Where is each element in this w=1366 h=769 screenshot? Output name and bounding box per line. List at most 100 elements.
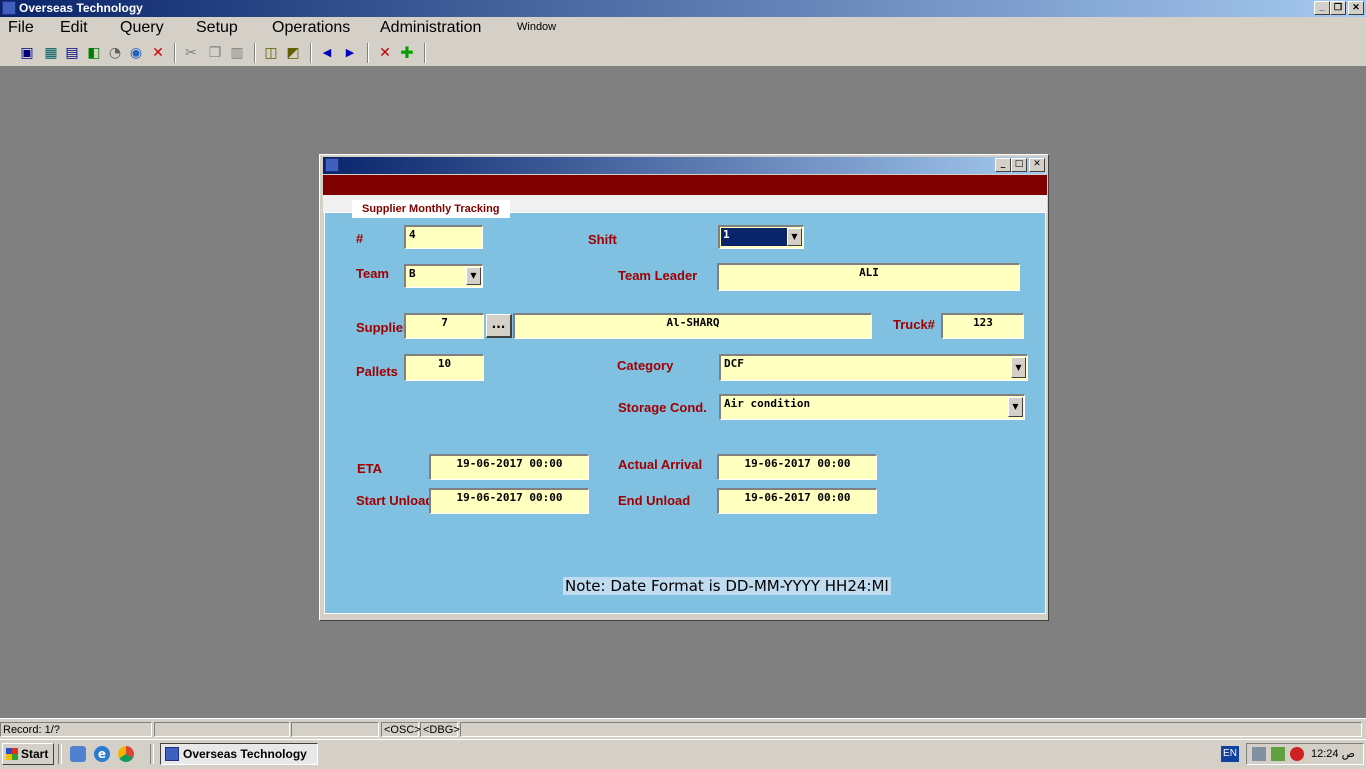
restore-button[interactable]: ❐ (1330, 1, 1346, 15)
print-icon[interactable]: ◔ (106, 44, 124, 62)
globe-icon[interactable]: ◉ (127, 44, 145, 62)
status-bar: Record: 1/? <OSC> <DBG> (0, 718, 1366, 739)
app-icon (165, 747, 179, 761)
team-value: B (409, 267, 416, 280)
toolbar: ▣ ▦ ▤ ◧ ◔ ◉ ✕ ✂ ❐ ▥ ◫ ◩ ◀ ▶ ✕ ✚ (0, 39, 1366, 67)
query-icon[interactable]: ◫ (262, 44, 280, 62)
chevron-down-icon[interactable]: ▼ (787, 228, 802, 246)
form-window: _ □ ✕ # 4 Shift 1 ▼ Team B ▼ Team Leader… (319, 154, 1049, 621)
taskbar: Start e Overseas Technology EN 12:24 ص (0, 739, 1366, 769)
status-cell (291, 722, 379, 737)
menu-bar: File Edit Query Setup Operations Adminis… (0, 17, 1366, 39)
eta-field[interactable]: 19-06-2017 00:00 (429, 454, 589, 480)
team-leader-label: Team Leader (618, 268, 698, 283)
category-select[interactable]: DCF ▼ (719, 354, 1028, 381)
taskbar-separator (58, 744, 62, 764)
start-unload-field[interactable]: 19-06-2017 00:00 (429, 488, 589, 514)
team-label: Team (356, 266, 389, 281)
language-indicator[interactable]: EN (1221, 746, 1239, 762)
clock: 12:24 ص (1311, 748, 1355, 760)
toolbar-separator (424, 43, 426, 63)
team-leader-field[interactable]: ALI (717, 263, 1020, 291)
truck-label: Truck# (893, 317, 935, 332)
next-record-icon[interactable]: ▶ (341, 44, 359, 62)
record-indicator: Record: 1/? (0, 722, 152, 737)
close-button[interactable]: ✕ (1348, 1, 1364, 15)
taskbar-item-overseas[interactable]: Overseas Technology (160, 743, 318, 765)
exit-icon[interactable]: ◧ (85, 44, 103, 62)
security-icon[interactable] (1271, 747, 1285, 761)
menu-administration[interactable]: Administration (380, 19, 481, 37)
menu-file[interactable]: File (8, 19, 34, 37)
menu-query[interactable]: Query (120, 19, 164, 37)
date-format-note: Note: Date Format is DD-MM-YYYY HH24:MI (563, 577, 891, 595)
team-select[interactable]: B ▼ (404, 264, 483, 288)
chevron-down-icon[interactable]: ▼ (466, 267, 481, 285)
status-message (460, 722, 1362, 737)
num-label: # (356, 231, 364, 246)
start-unload-label: Start Unload (356, 493, 429, 508)
shift-select[interactable]: 1 ▼ (718, 225, 804, 249)
status-cell (154, 722, 290, 737)
query-run-icon[interactable]: ◩ (284, 44, 302, 62)
supplier-lov-button[interactable]: ... (486, 314, 512, 338)
paste-icon[interactable]: ▥ (228, 44, 246, 62)
supplier-name-field[interactable]: Al-SHARQ (513, 313, 872, 339)
form-title-bar: _ □ ✕ (323, 157, 1045, 174)
taskbar-separator (150, 744, 154, 764)
num-field[interactable]: 4 (404, 225, 483, 249)
app-title-bar: Overseas Technology _ ❐ ✕ (0, 0, 1366, 17)
truck-field[interactable]: 123 (941, 313, 1024, 339)
delete-record-icon[interactable]: ✕ (376, 44, 394, 62)
cut-icon[interactable]: ✂ (182, 44, 200, 62)
chrome-icon[interactable] (118, 746, 134, 762)
supplier-label: Supplier (356, 320, 409, 335)
app-icon (2, 1, 16, 15)
form-maximize-button[interactable]: □ (1011, 158, 1027, 172)
menu-window[interactable]: Window (517, 21, 556, 33)
prev-record-icon[interactable]: ◀ (318, 44, 336, 62)
actual-arrival-label: Actual Arrival (618, 457, 703, 472)
dbg-indicator: <DBG> (420, 722, 460, 737)
menu-setup[interactable]: Setup (196, 19, 238, 37)
save-icon[interactable]: ▣ (18, 44, 36, 62)
storage-cond-select[interactable]: Air condition ▼ (719, 394, 1025, 420)
storage-cond-label: Storage Cond. (618, 400, 707, 415)
form-panel: # 4 Shift 1 ▼ Team B ▼ Team Leader ALI S… (324, 212, 1046, 614)
storage-cond-value: Air condition (724, 397, 811, 410)
report-icon[interactable]: ▤ (63, 44, 81, 62)
pallets-label: Pallets (356, 364, 398, 379)
minimize-button[interactable]: _ (1314, 1, 1330, 15)
end-unload-field[interactable]: 19-06-2017 00:00 (717, 488, 877, 514)
end-unload-label: End Unload (618, 493, 691, 508)
copy-icon[interactable]: ❐ (206, 44, 224, 62)
menu-operations[interactable]: Operations (272, 19, 350, 37)
chevron-down-icon[interactable]: ▼ (1011, 357, 1026, 378)
calculator-icon[interactable]: ▦ (42, 44, 60, 62)
tab-supplier-monthly-tracking[interactable]: Supplier Monthly Tracking (352, 200, 510, 218)
ie-icon[interactable]: e (94, 746, 110, 762)
actual-arrival-field[interactable]: 19-06-2017 00:00 (717, 454, 877, 480)
category-label: Category (617, 358, 674, 373)
chevron-down-icon[interactable]: ▼ (1008, 397, 1023, 417)
form-close-button[interactable]: ✕ (1029, 158, 1045, 172)
taskbar-item-label: Overseas Technology (183, 747, 307, 761)
toolbar-separator (367, 43, 369, 63)
system-tray: 12:24 ص (1246, 743, 1364, 765)
explorer-icon[interactable] (70, 746, 86, 762)
network-icon[interactable] (1252, 747, 1266, 761)
start-button[interactable]: Start (2, 743, 54, 765)
supplier-code-field[interactable]: 7 (404, 313, 484, 339)
toolbar-separator (310, 43, 312, 63)
form-icon (325, 158, 339, 172)
delete-icon[interactable]: ✕ (149, 44, 167, 62)
pallets-field[interactable]: 10 (404, 354, 484, 381)
category-value: DCF (724, 357, 744, 370)
form-banner (323, 175, 1047, 195)
insert-record-icon[interactable]: ✚ (398, 44, 416, 62)
alert-icon[interactable] (1290, 747, 1304, 761)
start-label: Start (21, 747, 49, 761)
form-minimize-button[interactable]: _ (995, 158, 1011, 172)
menu-edit[interactable]: Edit (60, 19, 88, 37)
eta-label: ETA (357, 461, 383, 476)
